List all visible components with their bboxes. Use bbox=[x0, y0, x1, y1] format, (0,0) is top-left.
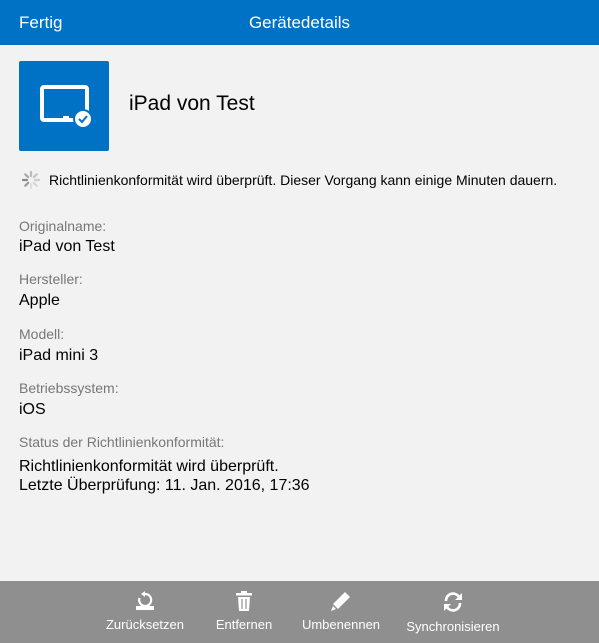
original-name-label: Originalname: bbox=[19, 218, 107, 234]
manufacturer-value: Apple bbox=[19, 292, 60, 309]
remove-button[interactable]: Entfernen bbox=[207, 581, 281, 643]
original-name-value: iPad von Test bbox=[19, 238, 115, 255]
reset-button[interactable]: Zurücksetzen bbox=[96, 581, 194, 643]
model-label: Modell: bbox=[19, 326, 65, 342]
manufacturer-label: Hersteller: bbox=[19, 271, 83, 287]
compliance-label: Status der Richtlinienkonformität: bbox=[19, 434, 225, 450]
rename-button[interactable]: Umbenennen bbox=[295, 581, 387, 643]
sync-label: Synchronisieren bbox=[406, 619, 500, 634]
compliance-status-line: Richtlinienkonformität wird überprüft. bbox=[19, 458, 279, 475]
bottom-toolbar: Zurücksetzen Entfernen Umbenennen Synchr… bbox=[0, 581, 599, 643]
last-check-line: Letzte Überprüfung: 11. Jan. 2016, 17:36 bbox=[19, 477, 310, 494]
sync-status: Richtlinienkonformität wird überprüft. D… bbox=[21, 170, 557, 190]
os-value: iOS bbox=[19, 401, 46, 418]
model-value: iPad mini 3 bbox=[19, 347, 99, 364]
trash-icon bbox=[236, 591, 252, 611]
sync-icon bbox=[444, 592, 462, 612]
rename-label: Umbenennen bbox=[301, 617, 381, 632]
tablet-check-icon bbox=[40, 85, 93, 129]
os-label: Betriebssystem: bbox=[19, 380, 119, 396]
spinner-icon bbox=[21, 170, 41, 190]
sync-button[interactable]: Synchronisieren bbox=[400, 581, 506, 643]
header-bar: Fertig Gerätedetails bbox=[0, 0, 599, 45]
reset-icon bbox=[136, 591, 154, 610]
device-name: iPad von Test bbox=[129, 92, 255, 115]
pencil-icon bbox=[331, 592, 350, 611]
compliance-status: Richtlinienkonformität wird überprüft. L… bbox=[19, 457, 310, 495]
reset-label: Zurücksetzen bbox=[105, 617, 185, 632]
remove-label: Entfernen bbox=[215, 617, 273, 632]
page-title: Gerätedetails bbox=[248, 13, 351, 32]
sync-status-text: Richtlinienkonformität wird überprüft. D… bbox=[49, 172, 558, 188]
device-tile bbox=[19, 61, 109, 151]
